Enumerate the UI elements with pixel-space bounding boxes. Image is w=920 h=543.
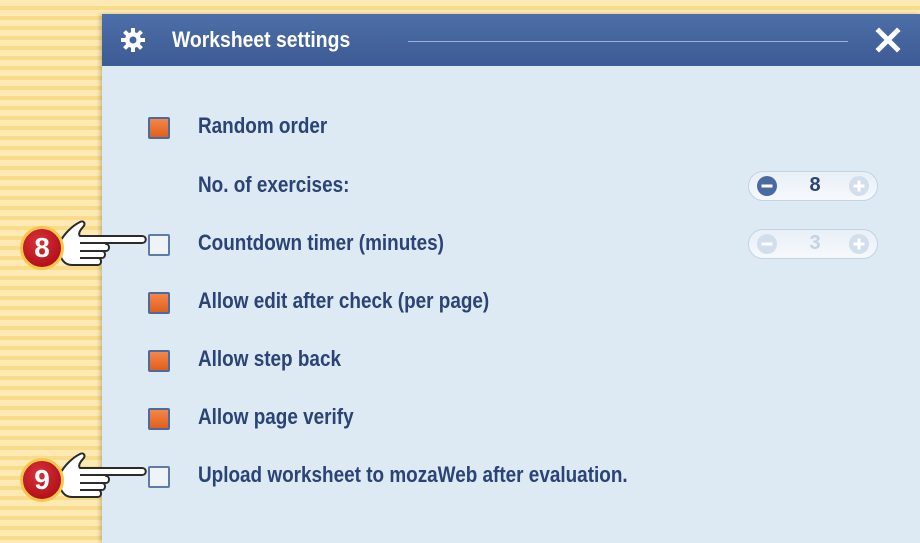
exercises-plus-button[interactable] bbox=[849, 176, 869, 196]
countdown-stepper: 3 bbox=[748, 229, 878, 259]
callout-badge-8: 8 bbox=[20, 226, 64, 270]
upload-checkbox[interactable] bbox=[148, 466, 170, 488]
allow-step-back-label: Allow step back bbox=[198, 346, 342, 371]
callout-badge-9: 9 bbox=[20, 458, 64, 502]
setting-allow-page-verify: Allow page verify bbox=[102, 402, 920, 434]
countdown-minus-button[interactable] bbox=[757, 234, 777, 254]
countdown-label: Countdown timer (minutes) bbox=[198, 230, 444, 255]
exercises-stepper: 8 bbox=[748, 171, 878, 201]
allow-step-back-checkbox[interactable] bbox=[148, 350, 170, 372]
pointing-hand-icon bbox=[59, 452, 147, 498]
callout-9: 9 bbox=[14, 444, 147, 514]
countdown-plus-button[interactable] bbox=[849, 234, 869, 254]
setting-upload: Upload worksheet to mozaWeb after evalua… bbox=[102, 460, 920, 492]
setting-allow-step-back: Allow step back bbox=[102, 344, 920, 376]
exercises-minus-button[interactable] bbox=[757, 176, 777, 196]
callout-8: 8 bbox=[14, 212, 147, 282]
allow-page-verify-checkbox[interactable] bbox=[148, 408, 170, 430]
dialog-title: Worksheet settings bbox=[172, 27, 351, 52]
countdown-checkbox[interactable] bbox=[148, 234, 170, 256]
close-icon bbox=[875, 27, 901, 53]
minus-icon bbox=[757, 176, 777, 196]
gear-icon bbox=[120, 27, 146, 53]
plus-icon bbox=[849, 176, 869, 196]
pointing-hand-icon bbox=[59, 220, 147, 266]
setting-random-order: Random order bbox=[102, 111, 920, 143]
allow-page-verify-label: Allow page verify bbox=[198, 404, 354, 429]
setting-exercises: No. of exercises: 8 bbox=[102, 170, 920, 202]
setting-countdown: Countdown timer (minutes) 3 bbox=[102, 228, 920, 260]
exercises-label: No. of exercises: bbox=[198, 172, 350, 197]
setting-allow-edit: Allow edit after check (per page) bbox=[102, 286, 920, 318]
countdown-value: 3 bbox=[809, 232, 821, 254]
random-order-checkbox[interactable] bbox=[148, 117, 170, 139]
random-order-label: Random order bbox=[198, 113, 328, 138]
close-button[interactable] bbox=[874, 26, 902, 54]
upload-label: Upload worksheet to mozaWeb after evalua… bbox=[198, 462, 628, 487]
allow-edit-checkbox[interactable] bbox=[148, 292, 170, 314]
allow-edit-label: Allow edit after check (per page) bbox=[198, 288, 490, 313]
worksheet-settings-dialog: Worksheet settings Random order No. of e… bbox=[102, 14, 920, 543]
title-divider bbox=[408, 41, 848, 42]
exercises-value: 8 bbox=[809, 174, 821, 196]
dialog-titlebar: Worksheet settings bbox=[102, 14, 920, 66]
minus-icon bbox=[757, 234, 777, 254]
plus-icon bbox=[849, 234, 869, 254]
